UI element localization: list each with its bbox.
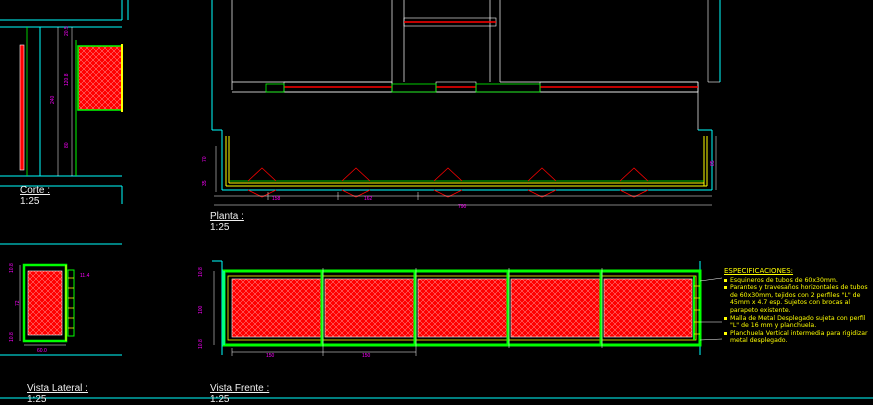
dim-planta-35: 35 xyxy=(202,180,208,186)
frente-mesh-panel-2 xyxy=(324,278,415,338)
planta-scale: 1:25 xyxy=(210,222,230,233)
spec-item-2: Parantes y travesaños horizontales de tu… xyxy=(724,284,873,314)
frente-mesh-panel-5 xyxy=(603,278,693,338)
frente-mesh-panel-1 xyxy=(231,278,322,338)
corte-title: Corte :1:25 xyxy=(20,185,50,207)
dim-frente-span-a: 150 xyxy=(266,353,275,359)
dim-planta-70: 70 xyxy=(202,156,208,162)
dim-lateral-mid: 72 xyxy=(15,300,21,306)
corte-scale: 1:25 xyxy=(20,196,40,207)
dim-frente-bot: 10.8 xyxy=(198,339,204,349)
dim-planta-85: 85 xyxy=(710,160,716,166)
dim-frente-span-b: 150 xyxy=(362,353,371,359)
dim-corte-mid: 120.8 xyxy=(64,73,70,86)
corte-title-label: Corte : xyxy=(20,185,51,196)
planta-view xyxy=(211,0,721,206)
specifications-heading: ESPECIFICACIONES: xyxy=(724,267,794,275)
specifications-block: ESPECIFICACIONES: Esquineros de tubos de… xyxy=(724,267,873,345)
spec-item-4: Planchuela Vertical intermedia para rigi… xyxy=(724,330,873,345)
spec-item-3: Malla de Metal Desplegado sujeta con per… xyxy=(724,315,873,330)
dim-lateral-width: 60.0 xyxy=(37,348,47,354)
planta-title: Planta :1:25 xyxy=(210,211,244,233)
dim-frente-mid: 100 xyxy=(198,305,204,314)
frente-scale: 1:25 xyxy=(210,394,230,405)
spec-item-1: Esquineros de tubos de 60x30mm. xyxy=(724,277,873,285)
frente-mesh-panel-3 xyxy=(417,278,508,338)
dim-planta-span-b: 162 xyxy=(364,196,373,202)
lateral-view xyxy=(0,243,122,356)
corte-mesh-panel xyxy=(77,45,123,111)
dim-corte-total: 240 xyxy=(50,95,56,104)
lateral-title: Vista Lateral :1:25 xyxy=(27,383,88,405)
lateral-mesh-panel xyxy=(27,270,63,336)
dim-frente-top: 10.8 xyxy=(198,267,204,277)
dim-corte-low: 80 xyxy=(64,142,70,148)
frente-mesh-panel-4 xyxy=(510,278,601,338)
dim-lateral-side: 11.4 xyxy=(80,273,90,279)
dim-planta-total: 790 xyxy=(458,204,467,210)
planta-title-label: Planta : xyxy=(210,211,244,222)
lateral-title-label: Vista Lateral : xyxy=(27,383,88,394)
dim-lateral-top: 10.8 xyxy=(9,263,15,273)
frente-title-label: Vista Frente : xyxy=(210,383,270,394)
dim-lateral-bot: 10.8 xyxy=(9,332,15,342)
dim-planta-span-a: 158 xyxy=(272,196,281,202)
frente-title: Vista Frente :1:25 xyxy=(210,383,269,405)
lateral-scale: 1:25 xyxy=(27,394,47,405)
dim-corte-top: 20.5 xyxy=(64,26,70,36)
